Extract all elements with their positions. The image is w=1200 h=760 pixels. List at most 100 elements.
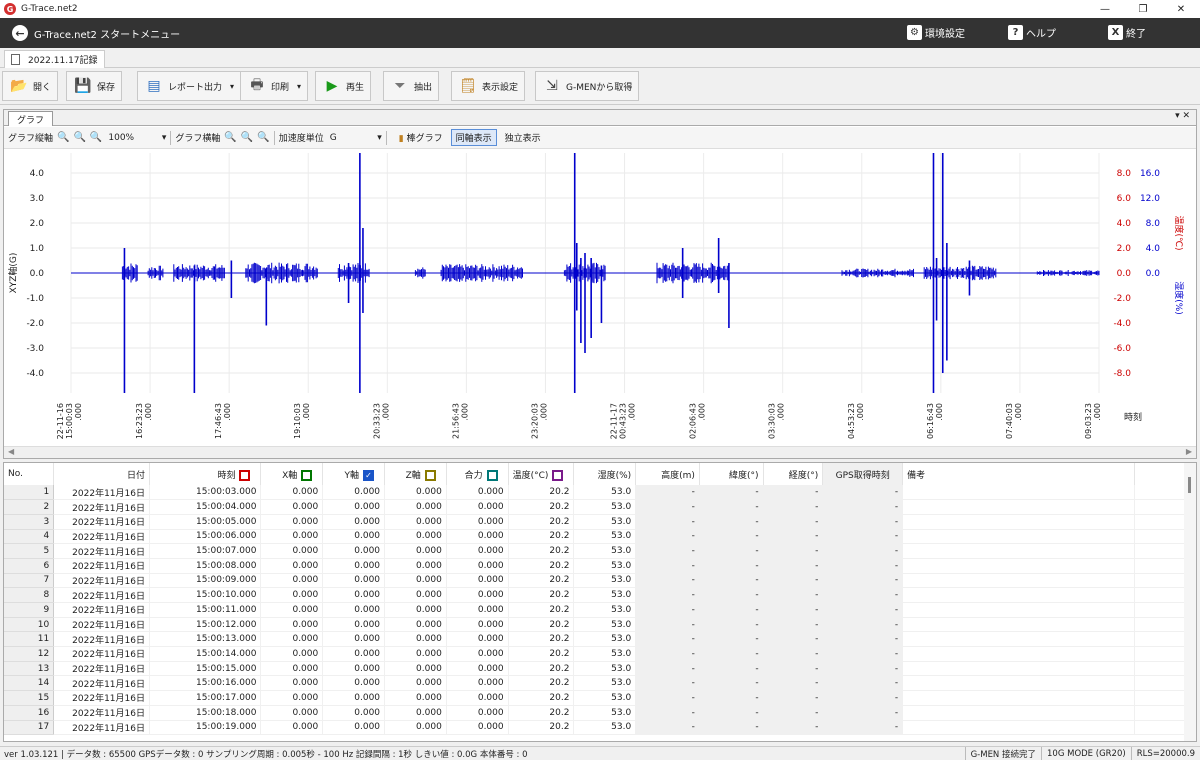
y-temp-tick-label: -8.0 — [1113, 369, 1131, 379]
table-row[interactable]: 4 2022年11月16日 15:00:06.000 0.000 0.000 0.000 0… — [4, 529, 1196, 545]
independent-display-toggle[interactable]: 独立表示 — [500, 129, 546, 146]
table-cell: 0.000 — [260, 543, 324, 559]
table-cell: 0.000 — [260, 529, 324, 545]
close-button[interactable]: ✕ — [1162, 0, 1200, 18]
play-button[interactable]: ▶ 再生 — [315, 71, 372, 101]
report-output-button[interactable]: ▤ レポート出力 ▾ — [137, 71, 242, 101]
row-number: 17 — [4, 720, 55, 736]
display-settings-button[interactable]: 🗒 表示設定 — [451, 71, 526, 101]
table-row[interactable]: 11 2022年11月16日 15:00:13.000 0.000 0.000 0.000… — [4, 631, 1196, 648]
row-number: 3 — [4, 514, 55, 530]
graph-tab[interactable]: グラフ — [8, 111, 54, 126]
table-cell: - — [699, 617, 764, 633]
table-row[interactable]: 6 2022年11月16日 15:00:08.000 0.000 0.000 0.000 0… — [4, 558, 1196, 574]
scroll-left-icon[interactable]: ◀ — [8, 447, 14, 456]
print-dropdown-icon[interactable]: ▾ — [297, 82, 301, 91]
back-arrow-icon[interactable]: ← — [12, 25, 28, 41]
zoom-in-icon[interactable]: 🔍 — [57, 132, 69, 143]
temp-checkbox[interactable] — [552, 469, 564, 481]
table-cell: 0.000 — [260, 587, 324, 603]
open-button[interactable]: 📂 開く — [2, 71, 59, 101]
accel-unit-select[interactable]: G ▾ — [330, 133, 382, 143]
table-cell: 15:00:10.000 — [149, 587, 262, 603]
settings-button[interactable]: ⚙ 環境設定 — [907, 25, 965, 40]
zoom-out-icon[interactable]: 🔍 — [73, 132, 85, 143]
table-cell: - — [822, 617, 904, 633]
table-row[interactable]: 8 2022年11月16日 15:00:10.000 0.000 0.000 0.000 0… — [4, 587, 1196, 603]
table-cell: 53.0 — [573, 690, 637, 706]
h-zoom-reset-icon[interactable]: 🔍 — [257, 132, 269, 143]
print-button[interactable]: 🖶 印刷 ▾ — [240, 71, 309, 101]
table-vertical-scrollbar[interactable] — [1184, 463, 1196, 741]
table-cell: - — [699, 646, 764, 662]
table-cell: 15:00:19.000 — [149, 720, 262, 736]
table-cell: - — [699, 587, 764, 603]
table-cell — [902, 529, 1135, 545]
get-from-gmen-button[interactable]: ⇲ G-MENから取得 — [535, 71, 640, 101]
x-axis-checkbox[interactable] — [301, 469, 313, 481]
extract-button[interactable]: ⏷ 抽出 — [383, 71, 440, 101]
y-left-tick-label: 4.0 — [30, 169, 45, 179]
x-tick-label: 23:20:03 — [530, 403, 539, 439]
table-row[interactable]: 10 2022年11月16日 15:00:12.000 0.000 0.000 0.000… — [4, 617, 1196, 633]
bar-chart-icon: ▮ — [398, 134, 404, 144]
table-cell: 2022年11月16日 — [53, 631, 150, 648]
x-tick-label: 20:33:23 — [372, 403, 381, 439]
table-cell: - — [699, 690, 764, 706]
table-row[interactable]: 16 2022年11月16日 15:00:18.000 0.000 0.000 0.000… — [4, 705, 1196, 721]
exit-button[interactable]: X 終了 — [1108, 25, 1146, 40]
bar-graph-toggle[interactable]: ▮ 棒グラフ — [394, 129, 448, 146]
y-hum-tick-label: 8.0 — [1146, 219, 1161, 229]
table-cell: 0.000 — [260, 602, 324, 618]
table-cell: - — [635, 646, 700, 662]
zoom-select[interactable]: 100% ▾ — [108, 133, 166, 143]
gear-icon: ⚙ — [907, 25, 922, 40]
window-controls: — ❐ ✕ — [1086, 0, 1200, 18]
table-row[interactable]: 5 2022年11月16日 15:00:07.000 0.000 0.000 0.000 0… — [4, 543, 1196, 559]
report-dropdown-icon[interactable]: ▾ — [230, 82, 234, 91]
acceleration-chart[interactable]: 4.0 3.0 2.0 1.0 0.0 -1.0 -2.0 -3.0 -4.0 8.0 6.0 4.0… — [4, 150, 1196, 446]
separator — [273, 130, 275, 145]
table-row[interactable]: 2 2022年11月16日 15:00:04.000 0.000 0.000 0.000 0… — [4, 499, 1196, 515]
save-button[interactable]: 💾 保存 — [66, 71, 123, 101]
time-checkbox[interactable] — [239, 469, 251, 481]
scroll-right-icon[interactable]: ▶ — [1186, 447, 1192, 456]
document-tab[interactable]: 2022.11.17記録 — [4, 50, 105, 68]
table-cell: - — [699, 558, 764, 574]
table-row[interactable]: 17 2022年11月16日 15:00:19.000 0.000 0.000 0.000… — [4, 720, 1196, 736]
table-row[interactable]: 9 2022年11月16日 15:00:11.000 0.000 0.000 0.000 0… — [4, 602, 1196, 618]
sync-display-toggle[interactable]: 同軸表示 — [450, 129, 497, 146]
table-cell — [902, 485, 1135, 501]
display-settings-icon: 🗒 — [459, 78, 477, 94]
table-cell: 0.000 — [260, 617, 324, 633]
maximize-button[interactable]: ❐ — [1124, 0, 1162, 18]
y-axis-checkbox[interactable]: ✓ — [363, 469, 375, 481]
table-row[interactable]: 15 2022年11月16日 15:00:17.000 0.000 0.000 0.000… — [4, 690, 1196, 706]
resultant-checkbox[interactable] — [486, 469, 498, 481]
graph-horizontal-scrollbar[interactable]: ◀ ▶ — [4, 446, 1196, 458]
table-cell: 15:00:05.000 — [149, 514, 262, 530]
table-cell: 15:00:07.000 — [149, 543, 262, 559]
h-zoom-out-icon[interactable]: 🔍 — [241, 132, 253, 143]
table-row[interactable]: 1 2022年11月16日 15:00:03.000 0.000 0.000 0.000 0… — [4, 485, 1196, 501]
table-cell: 20.2 — [508, 529, 575, 545]
help-button[interactable]: ? ヘルプ — [1008, 25, 1056, 40]
table-cell: - — [822, 661, 904, 677]
panel-options-icon[interactable]: ▾ ✕ — [1175, 111, 1190, 121]
z-axis-checkbox[interactable] — [424, 469, 436, 481]
table-cell: - — [763, 558, 824, 574]
zoom-reset-icon[interactable]: 🔍 — [90, 132, 102, 143]
scroll-thumb[interactable] — [1188, 477, 1191, 493]
table-row[interactable]: 14 2022年11月16日 15:00:16.000 0.000 0.000 0.000… — [4, 675, 1196, 692]
table-cell: - — [699, 573, 764, 589]
table-cell: - — [763, 661, 824, 677]
table-cell — [902, 646, 1135, 662]
minimize-button[interactable]: — — [1086, 0, 1124, 18]
table-row[interactable]: 7 2022年11月16日 15:00:09.000 0.000 0.000 0.000 0… — [4, 573, 1196, 589]
table-row[interactable]: 12 2022年11月16日 15:00:14.000 0.000 0.000 0.000… — [4, 646, 1196, 662]
start-menu-title[interactable]: G-Trace.net2 スタートメニュー — [34, 26, 180, 41]
h-zoom-in-icon[interactable]: 🔍 — [224, 132, 236, 143]
table-cell: 15:00:17.000 — [149, 690, 262, 706]
table-row[interactable]: 3 2022年11月16日 15:00:05.000 0.000 0.000 0.000 0… — [4, 514, 1196, 530]
table-row[interactable]: 13 2022年11月16日 15:00:15.000 0.000 0.000 0.000… — [4, 661, 1196, 677]
